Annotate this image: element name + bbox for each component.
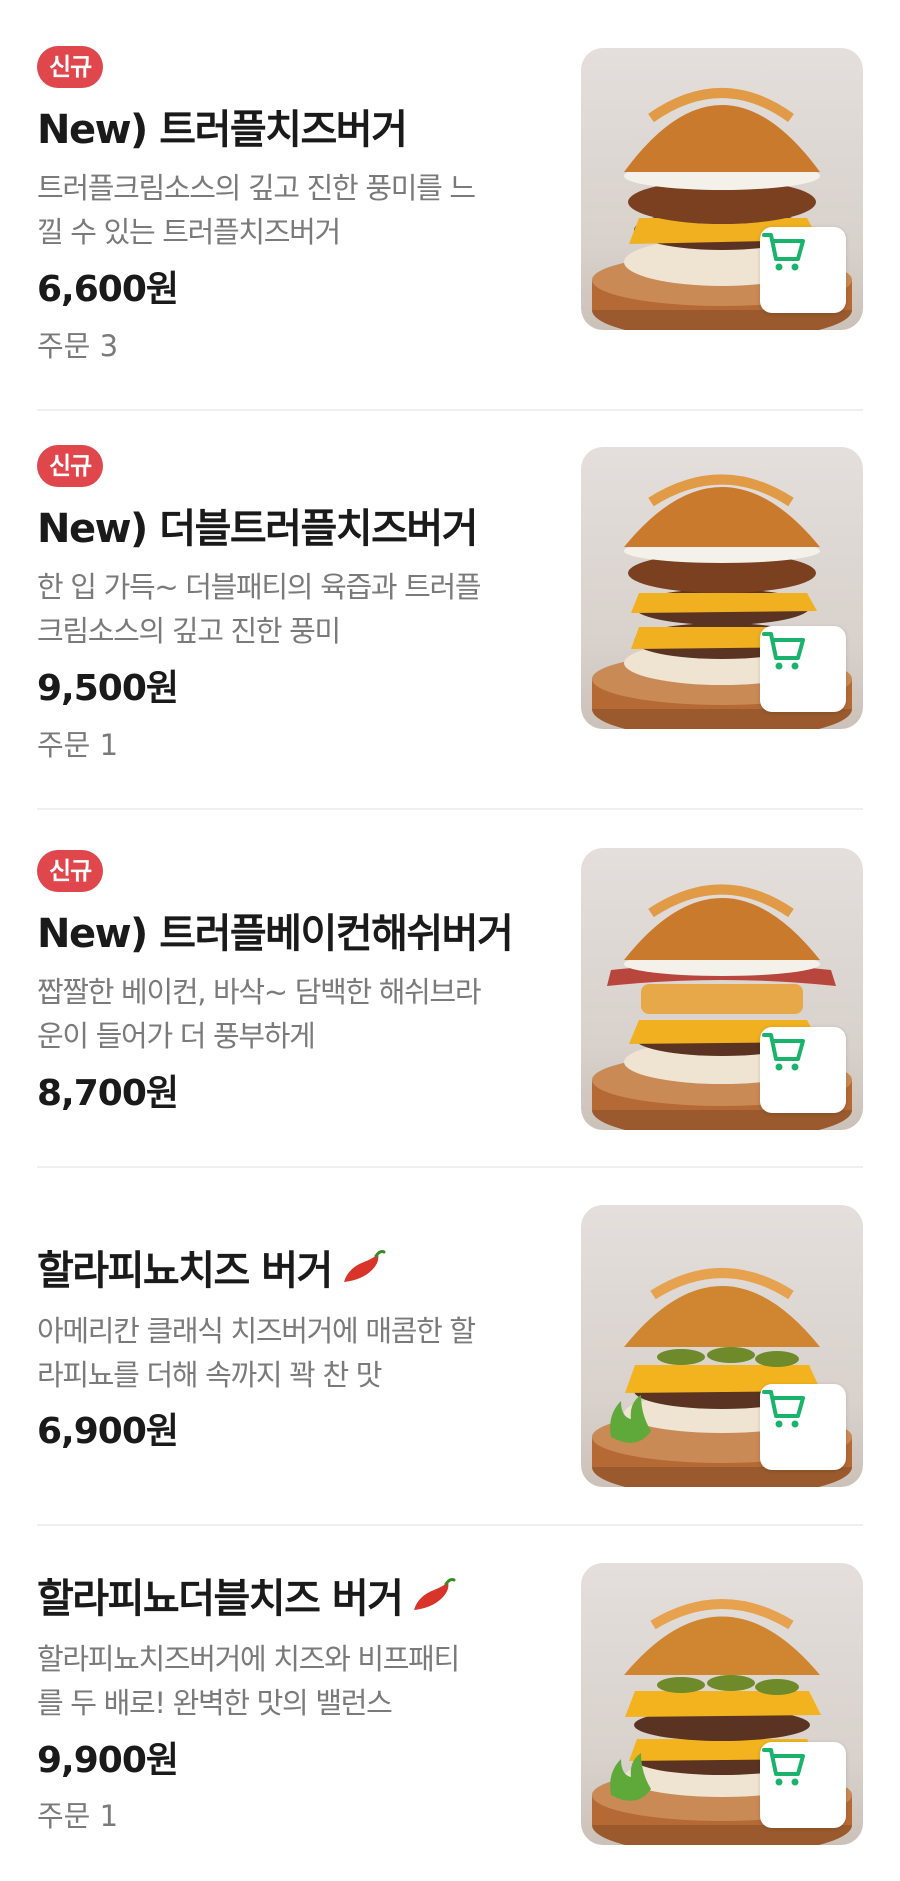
shopping-cart-icon xyxy=(762,1748,805,1786)
burger-image[interactable] xyxy=(581,1205,863,1487)
shopping-cart-icon xyxy=(762,1390,805,1428)
divider xyxy=(37,409,863,411)
add-to-cart-button[interactable] xyxy=(760,1384,846,1470)
new-badge: 신규 xyxy=(37,850,104,892)
add-to-cart-button[interactable] xyxy=(760,1742,846,1828)
menu-item-title: New) 트러플치즈버거 xyxy=(37,107,408,153)
menu-item-description: 트러플크림소스의 깊고 진한 풍미를 느 낄 수 있는 트러플치즈버거 xyxy=(37,171,476,249)
menu-item-price: 8,700원 xyxy=(37,1073,179,1114)
menu-item-description: 아메리칸 클래식 치즈버거에 매콤한 할 라피뇨를 더해 속까지 꽉 찬 맛 xyxy=(37,1314,476,1392)
order-count: 주문 3 xyxy=(37,329,119,363)
menu-item[interactable]: 할라피뇨더블치즈 버거 할라피뇨치즈버거에 치즈와 비프패티 를 두 배로! 완… xyxy=(37,1563,863,1873)
burger-image[interactable] xyxy=(581,447,863,729)
menu-item-title: 할라피뇨치즈 버거 xyxy=(37,1247,386,1299)
menu-item-title: New) 더블트러플치즈버거 xyxy=(37,506,478,552)
order-count: 주문 1 xyxy=(37,728,119,762)
divider xyxy=(37,1524,863,1526)
new-badge: 신규 xyxy=(37,46,104,88)
new-badge: 신규 xyxy=(37,445,104,487)
burger-image[interactable] xyxy=(581,848,863,1130)
order-count: 주문 1 xyxy=(37,1799,119,1833)
shopping-cart-icon xyxy=(762,1033,805,1071)
add-to-cart-button[interactable] xyxy=(760,1027,846,1113)
burger-image[interactable] xyxy=(581,48,863,330)
shopping-cart-icon xyxy=(762,233,805,271)
menu-item-description: 한 입 가득~ 더블패티의 육즙과 트러플 크림소스의 깊고 진한 풍미 xyxy=(37,570,482,648)
menu-item-title: 할라피뇨더블치즈 버거 xyxy=(37,1575,456,1627)
add-to-cart-button[interactable] xyxy=(760,227,846,313)
divider xyxy=(37,808,863,810)
menu-item-price: 9,900원 xyxy=(37,1740,179,1781)
menu-item[interactable]: 신규 New) 트러플베이컨해쉬버거 짭짤한 베이컨, 바삭~ 담백한 해쉬브라… xyxy=(37,848,863,1135)
burger-image[interactable] xyxy=(581,1563,863,1845)
menu-item-price: 6,900원 xyxy=(37,1411,179,1452)
divider xyxy=(37,1166,863,1168)
menu-item[interactable]: 할라피뇨치즈 버거 아메리칸 클래식 치즈버거에 매콤한 할 라피뇨를 더해 속… xyxy=(37,1205,863,1490)
add-to-cart-button[interactable] xyxy=(760,626,846,712)
menu-item[interactable]: 신규 New) 트러플치즈버거 트러플크림소스의 깊고 진한 풍미를 느 낄 수… xyxy=(37,46,863,366)
chili-pepper-icon xyxy=(338,1248,386,1299)
menu-item[interactable]: 신규 New) 더블트러플치즈버거 한 입 가득~ 더블패티의 육즙과 트러플 … xyxy=(37,445,863,765)
menu-item-description: 짭짤한 베이컨, 바삭~ 담백한 해쉬브라 운이 들어가 더 풍부하게 xyxy=(37,975,482,1053)
menu-item-description: 할라피뇨치즈버거에 치즈와 비프패티 를 두 배로! 완벽한 맛의 밸런스 xyxy=(37,1642,460,1720)
menu-item-price: 9,500원 xyxy=(37,668,179,709)
menu-item-title: New) 트러플베이컨해쉬버거 xyxy=(37,911,514,957)
shopping-cart-icon xyxy=(762,632,805,670)
menu-item-price: 6,600원 xyxy=(37,269,179,310)
chili-pepper-icon xyxy=(408,1576,456,1627)
